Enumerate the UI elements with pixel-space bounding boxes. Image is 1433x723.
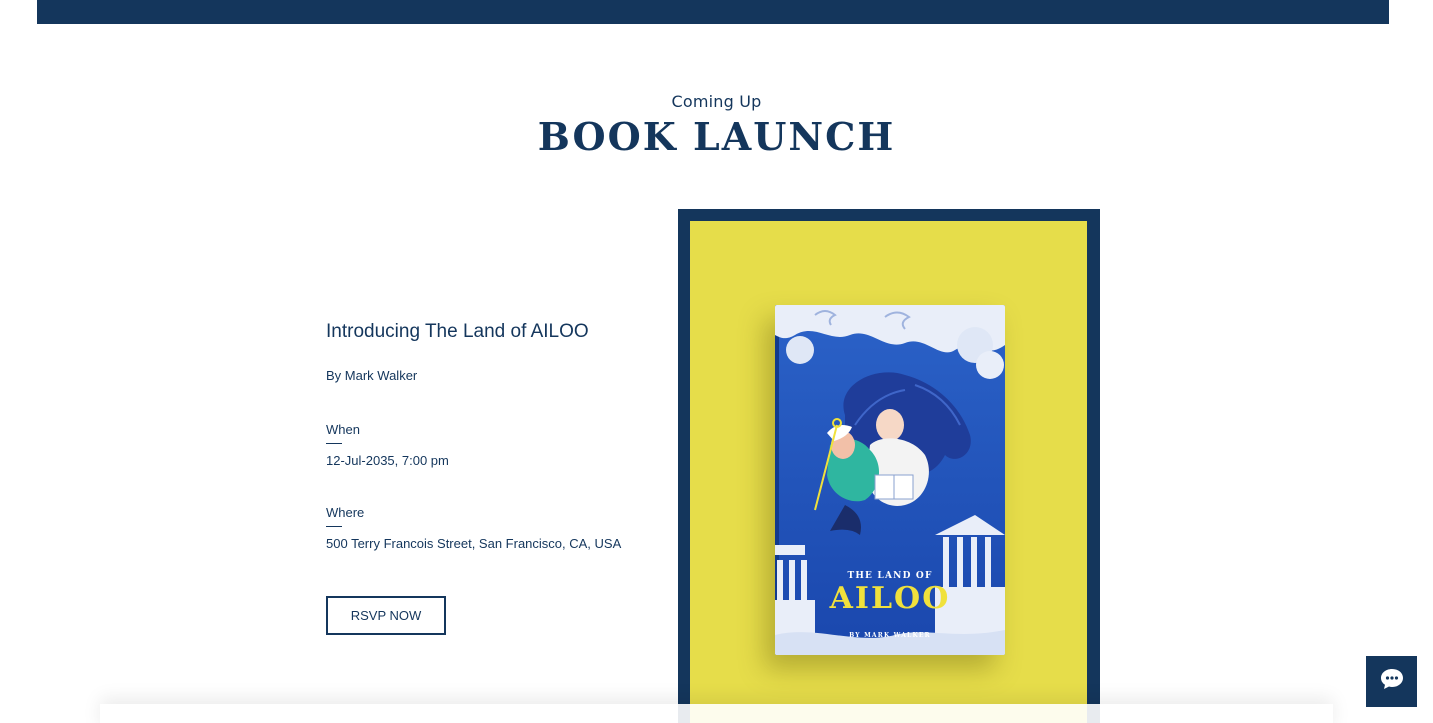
book-cover-author: BY MARK WALKER: [849, 632, 931, 639]
chat-button[interactable]: [1366, 656, 1417, 707]
when-block: When 12-Jul-2035, 7:00 pm: [326, 422, 449, 468]
book-image-background: THE LAND OF AILOO BY MARK WALKER: [690, 221, 1087, 723]
section-headline: BOOK LAUNCH: [537, 114, 896, 159]
when-value: 12-Jul-2035, 7:00 pm: [326, 453, 449, 468]
book-image-frame: THE LAND OF AILOO BY MARK WALKER: [678, 209, 1100, 723]
book-cover-subtitle: THE LAND OF: [847, 571, 933, 581]
rsvp-button[interactable]: RSVP NOW: [326, 596, 446, 635]
where-value: 500 Terry Francois Street, San Francisco…: [326, 536, 622, 551]
book-cover-image: THE LAND OF AILOO BY MARK WALKER: [775, 305, 1005, 655]
event-title: Introducing The Land of AILOO: [326, 321, 589, 342]
when-divider: [326, 443, 342, 444]
book-cover-title: AILOO: [829, 581, 951, 616]
event-details: Introducing The Land of AILOO By Mark Wa…: [326, 318, 646, 635]
event-author: By Mark Walker: [326, 368, 418, 383]
section-eyebrow: Coming Up: [671, 92, 762, 111]
when-label: When: [326, 422, 360, 437]
where-block: Where 500 Terry Francois Street, San Fra…: [326, 505, 621, 551]
where-label: Where: [326, 505, 365, 520]
where-divider: [326, 526, 342, 527]
chat-bubble-icon: [1379, 667, 1405, 696]
top-banner-bar: [37, 0, 1389, 24]
bottom-fade-strip: [100, 704, 1333, 723]
